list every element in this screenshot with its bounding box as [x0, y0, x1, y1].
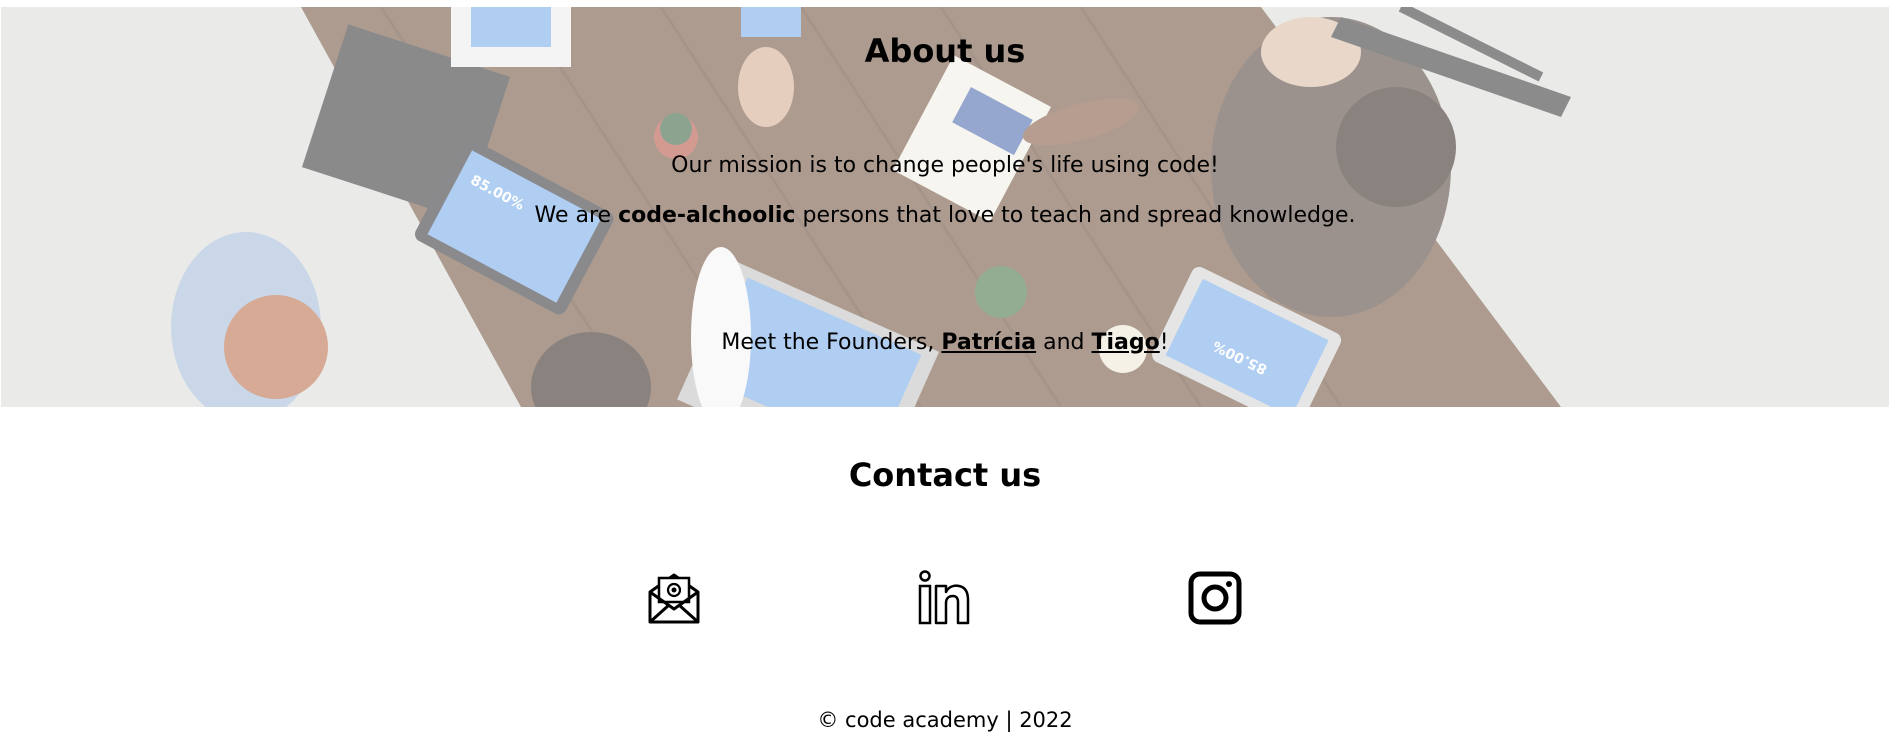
- alcoholic-bold: code-alchoolic: [618, 203, 796, 228]
- contact-icons: [0, 570, 1890, 626]
- alcoholic-prefix: We are: [534, 203, 619, 228]
- scrollbar[interactable]: [1890, 0, 1900, 747]
- about-section: 85.00% 85.00% About us Our mission is to…: [1, 7, 1889, 407]
- alcoholic-suffix: persons that love to teach and spread kn…: [795, 203, 1356, 228]
- email-icon: [648, 573, 700, 624]
- email-link[interactable]: [647, 570, 701, 626]
- founders-suffix: !: [1159, 330, 1169, 355]
- footer-copyright: © code academy | 2022: [817, 708, 1073, 732]
- founders-text: Meet the Founders, Patrícia and Tiago!: [1, 330, 1889, 355]
- founder-patricia-link[interactable]: Patrícia: [941, 330, 1036, 355]
- contact-title: Contact us: [848, 456, 1042, 494]
- code-alcoholic-text: We are code-alchoolic persons that love …: [1, 203, 1889, 228]
- founders-middle: and: [1036, 330, 1092, 355]
- linkedin-link[interactable]: [917, 570, 971, 626]
- linkedin-icon: [918, 570, 970, 625]
- founder-tiago-link[interactable]: Tiago: [1092, 330, 1160, 355]
- instagram-link[interactable]: [1188, 570, 1242, 626]
- about-content: About us Our mission is to change people…: [1, 7, 1889, 407]
- mission-text: Our mission is to change people's life u…: [671, 153, 1219, 178]
- about-title: About us: [864, 32, 1026, 70]
- founders-prefix: Meet the Founders,: [721, 330, 942, 355]
- instagram-icon: [1188, 571, 1242, 625]
